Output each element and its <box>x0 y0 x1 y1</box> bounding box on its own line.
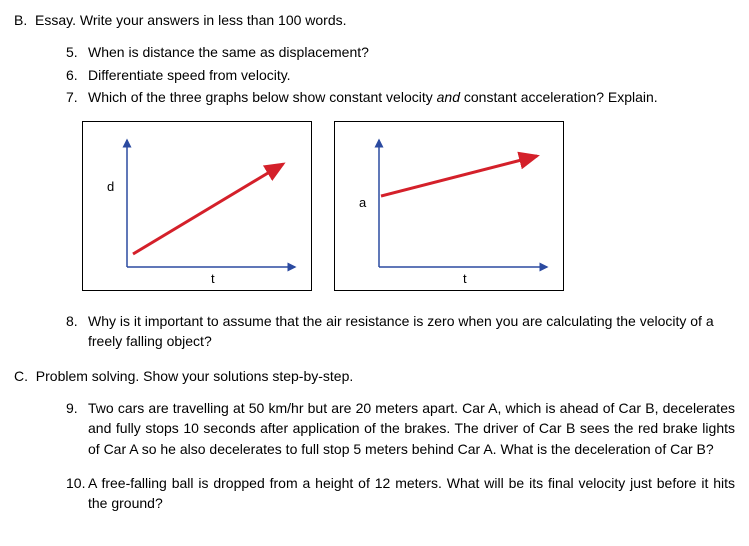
graph-a-vs-t: a t <box>334 121 564 291</box>
question-list-c: 9. Two cars are travelling at 50 km/hr b… <box>14 398 735 513</box>
question-7: 7. Which of the three graphs below show … <box>66 87 735 107</box>
x-axis-label: t <box>463 270 467 289</box>
question-text: A free-falling ball is dropped from a he… <box>88 473 735 514</box>
section-b-header: B. Essay. Write your answers in less tha… <box>14 10 735 30</box>
graph-d-vs-t: d t <box>82 121 312 291</box>
y-axis-label: d <box>107 178 114 197</box>
q7-before: Which of the three graphs below show con… <box>88 89 437 105</box>
question-text: Two cars are travelling at 50 km/hr but … <box>88 398 735 459</box>
data-line <box>133 164 283 254</box>
question-text: Differentiate speed from velocity. <box>88 65 735 85</box>
graph-svg <box>83 122 313 292</box>
question-9: 9. Two cars are travelling at 50 km/hr b… <box>66 398 735 459</box>
section-c-header: C. Problem solving. Show your solutions … <box>14 366 735 386</box>
question-number: 6. <box>66 65 88 85</box>
question-8: 8. Why is it important to assume that th… <box>66 311 735 352</box>
question-text: When is distance the same as displacemen… <box>88 42 735 62</box>
question-10: 10. A free-falling ball is dropped from … <box>66 473 735 514</box>
section-b-title: Essay. Write your answers in less than 1… <box>35 12 347 28</box>
question-list-b1: 5. When is distance the same as displace… <box>14 42 735 107</box>
section-c-title: Problem solving. Show your solutions ste… <box>36 368 353 384</box>
question-number: 5. <box>66 42 88 62</box>
section-b-label: B. <box>14 12 27 28</box>
data-line <box>381 156 537 196</box>
graphs-row: d t a t <box>82 121 735 291</box>
question-6: 6. Differentiate speed from velocity. <box>66 65 735 85</box>
question-text: Why is it important to assume that the a… <box>88 311 735 352</box>
question-number: 9. <box>66 398 88 459</box>
question-number: 10. <box>66 473 88 514</box>
question-number: 8. <box>66 311 88 352</box>
q7-after: constant acceleration? Explain. <box>460 89 658 105</box>
q7-em: and <box>437 89 460 105</box>
question-text: Which of the three graphs below show con… <box>88 87 735 107</box>
question-5: 5. When is distance the same as displace… <box>66 42 735 62</box>
question-number: 7. <box>66 87 88 107</box>
graph-svg <box>335 122 565 292</box>
question-list-b2: 8. Why is it important to assume that th… <box>14 311 735 352</box>
y-axis-label: a <box>359 194 366 213</box>
x-axis-label: t <box>211 270 215 289</box>
section-c-label: C. <box>14 368 28 384</box>
